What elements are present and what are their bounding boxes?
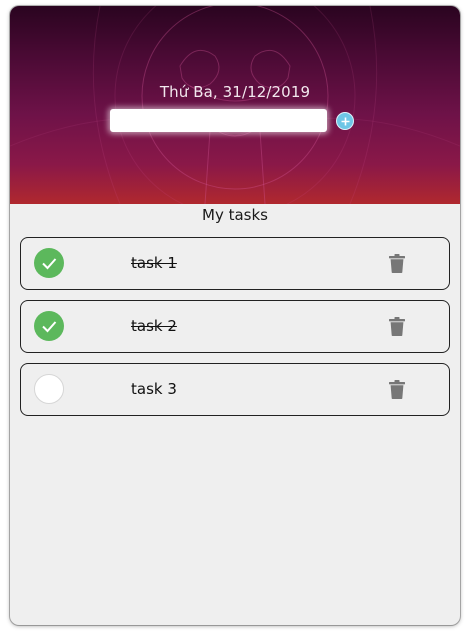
delete-task-button[interactable] bbox=[388, 380, 406, 399]
task-list: task 1 task 2 task 3 bbox=[20, 237, 450, 426]
list-title: My tasks bbox=[202, 206, 268, 224]
delete-task-button[interactable] bbox=[388, 317, 406, 336]
task-row: task 3 bbox=[20, 363, 450, 416]
check-icon bbox=[42, 321, 57, 333]
task-row: task 2 bbox=[20, 300, 450, 353]
plus-circle-icon bbox=[341, 117, 350, 126]
trash-icon bbox=[389, 254, 405, 273]
trash-icon bbox=[389, 317, 405, 336]
task-complete-toggle[interactable] bbox=[34, 374, 64, 404]
app-window: Thứ Ba, 31/12/2019 My tasks task 1 task … bbox=[10, 6, 460, 625]
task-complete-toggle[interactable] bbox=[34, 248, 64, 278]
task-row: task 1 bbox=[20, 237, 450, 290]
trash-icon bbox=[389, 380, 405, 399]
task-label: task 2 bbox=[131, 317, 177, 335]
task-complete-toggle[interactable] bbox=[34, 311, 64, 341]
add-task-button[interactable] bbox=[336, 112, 354, 130]
current-date: Thứ Ba, 31/12/2019 bbox=[159, 83, 311, 101]
task-label: task 3 bbox=[131, 380, 177, 398]
new-task-input[interactable] bbox=[110, 109, 327, 132]
header-banner: Thứ Ba, 31/12/2019 bbox=[10, 6, 460, 204]
task-label: task 1 bbox=[131, 254, 177, 272]
wallpaper-decoration bbox=[10, 6, 460, 204]
check-icon bbox=[42, 258, 57, 270]
delete-task-button[interactable] bbox=[388, 254, 406, 273]
